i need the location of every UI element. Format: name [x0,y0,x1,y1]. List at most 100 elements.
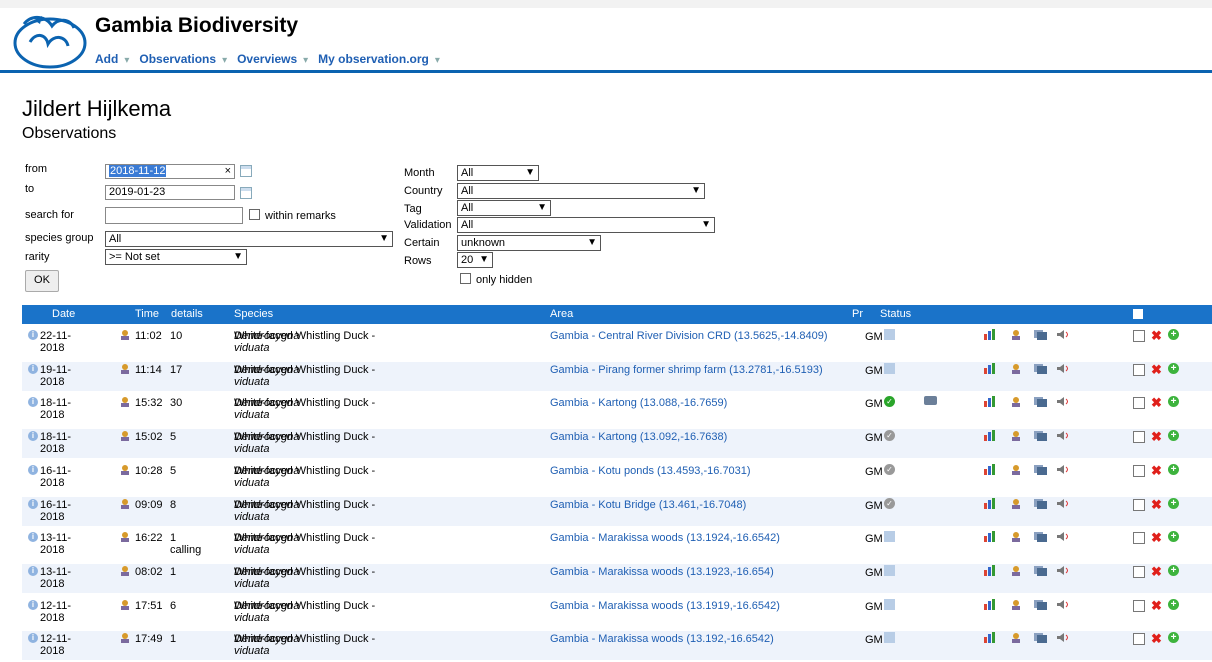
sound-icon[interactable] [1057,565,1070,576]
chart-icon[interactable] [984,598,996,610]
row-species[interactable]: White-faced Whistling Duck - Dendrocygna… [234,633,534,657]
observer-icon[interactable] [119,430,131,442]
to-date-input[interactable]: 2019-01-23 [105,185,235,200]
row-species[interactable]: White-faced Whistling Duck - Dendrocygna… [234,465,534,489]
row-area-link[interactable]: Gambia - Marakissa woods (13.1923,-16.65… [550,566,840,578]
observer-icon[interactable] [119,396,131,408]
row-species[interactable]: White-faced Whistling Duck - Dendrocygna… [234,600,534,624]
country-select[interactable]: All ▼ [457,183,705,199]
sound-icon[interactable] [1057,464,1070,475]
row-species[interactable]: White-faced Whistling Duck - Dendrocygna… [234,499,534,523]
row-area-link[interactable]: Gambia - Kartong (13.088,-16.7659) [550,397,840,409]
row-checkbox[interactable] [1133,464,1145,477]
delete-icon[interactable]: ✖ [1151,530,1162,546]
calendar-icon[interactable] [240,187,252,199]
row-checkbox[interactable] [1133,431,1145,444]
observer-icon[interactable] [1010,632,1022,644]
row-checkbox[interactable] [1133,532,1145,545]
month-select[interactable]: All ▼ [457,165,539,181]
info-icon[interactable]: i [28,498,38,509]
only-hidden-checkbox[interactable] [460,273,471,284]
chart-icon[interactable] [984,564,996,576]
info-icon[interactable]: i [28,633,38,644]
delete-icon[interactable]: ✖ [1151,362,1162,378]
nav-my-observation[interactable]: My observation.org ▾ [318,52,440,66]
observer-icon[interactable] [1010,363,1022,374]
observer-icon[interactable] [119,329,131,340]
observer-icon[interactable] [1010,565,1022,576]
select-all-checkbox[interactable] [1133,309,1143,319]
observer-icon[interactable] [1010,531,1022,543]
gallery-icon[interactable] [1034,464,1047,475]
observer-icon[interactable] [1010,430,1022,442]
info-icon[interactable]: i [28,363,38,374]
delete-icon[interactable]: ✖ [1151,463,1162,479]
sound-icon[interactable] [1057,363,1070,374]
col-species[interactable]: Species [234,308,273,320]
col-details[interactable]: details [171,308,203,320]
add-icon[interactable]: + [1168,430,1179,442]
delete-icon[interactable]: ✖ [1151,328,1162,344]
chart-icon[interactable] [984,329,996,340]
clear-icon[interactable]: × [225,165,231,178]
certain-select[interactable]: unknown ▼ [457,235,601,251]
chart-icon[interactable] [984,497,996,509]
row-checkbox[interactable] [1133,565,1145,578]
within-remarks-checkbox[interactable] [249,209,260,220]
info-icon[interactable]: i [28,599,38,610]
photo-icon[interactable] [924,396,937,406]
validation-select[interactable]: All ▼ [457,217,715,233]
tag-select[interactable]: All ▼ [457,200,551,216]
chart-icon[interactable] [984,463,996,475]
row-checkbox[interactable] [1133,599,1145,612]
col-date[interactable]: Date [52,308,75,320]
delete-icon[interactable]: ✖ [1151,429,1162,445]
observer-icon[interactable] [119,599,131,610]
observer-icon[interactable] [119,498,131,509]
add-icon[interactable]: + [1168,564,1179,576]
col-pr[interactable]: Pr [852,308,863,320]
row-checkbox[interactable] [1133,363,1145,376]
chart-icon[interactable] [984,632,996,644]
info-icon[interactable]: i [28,397,38,408]
row-checkbox[interactable] [1133,498,1145,511]
col-area[interactable]: Area [550,308,573,320]
row-species[interactable]: White-faced Whistling Duck - Dendrocygna… [234,566,534,590]
add-icon[interactable]: + [1168,463,1179,475]
species-group-select[interactable]: All ▼ [105,231,393,247]
search-input[interactable] [105,207,243,224]
chart-icon[interactable] [984,430,996,442]
delete-icon[interactable]: ✖ [1151,598,1162,614]
delete-icon[interactable]: ✖ [1151,497,1162,513]
from-date-input[interactable]: 2018-11-12 × [105,164,235,179]
add-icon[interactable]: + [1168,329,1179,340]
add-icon[interactable]: + [1168,531,1179,543]
gallery-icon[interactable] [1034,396,1047,408]
site-logo-icon[interactable] [12,12,88,70]
nav-observations[interactable]: Observations ▾ [139,52,227,66]
sound-icon[interactable] [1057,430,1070,441]
sound-icon[interactable] [1057,396,1070,407]
row-area-link[interactable]: Gambia - Kotu Bridge (13.461,-16.7048) [550,499,840,511]
row-area-link[interactable]: Gambia - Marakissa woods (13.1919,-16.65… [550,600,840,612]
gallery-icon[interactable] [1034,363,1047,374]
calendar-icon[interactable] [240,165,252,177]
rarity-select[interactable]: >= Not set ▼ [105,249,247,265]
delete-icon[interactable]: ✖ [1151,564,1162,580]
observer-icon[interactable] [119,565,131,576]
observer-icon[interactable] [1010,329,1022,340]
row-area-link[interactable]: Gambia - Kotu ponds (13.4593,-16.7031) [550,465,840,477]
nav-add[interactable]: Add ▾ [95,52,129,66]
rows-select[interactable]: 20 ▼ [457,252,493,268]
observer-icon[interactable] [119,464,131,475]
add-icon[interactable]: + [1168,632,1179,644]
sound-icon[interactable] [1057,329,1070,340]
observer-icon[interactable] [1010,498,1022,509]
sound-icon[interactable] [1057,498,1070,509]
site-title[interactable]: Gambia Biodiversity [95,14,298,38]
row-checkbox[interactable] [1133,397,1145,410]
sound-icon[interactable] [1057,599,1070,610]
add-icon[interactable]: + [1168,362,1179,374]
info-icon[interactable]: i [28,532,38,543]
info-icon[interactable]: i [28,565,38,576]
